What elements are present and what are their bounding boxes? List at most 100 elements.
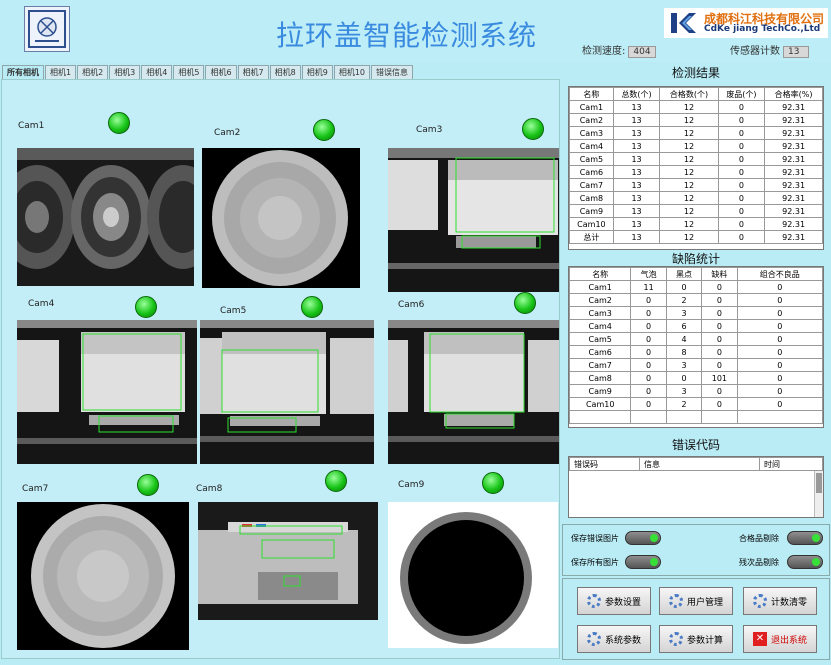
table-cell: 92.31	[764, 139, 823, 153]
column-header: 黑点	[665, 267, 703, 281]
tab-all-cameras[interactable]: 所有相机	[2, 65, 44, 79]
table-cell: 总计	[569, 230, 614, 244]
table-cell: Cam6	[569, 165, 614, 179]
save-error-images-toggle[interactable]	[625, 531, 661, 545]
count-clear-button[interactable]: 计数清零	[743, 587, 817, 615]
table-cell: 0	[717, 152, 766, 166]
camera-image[interactable]	[388, 148, 559, 292]
table-row: Cam10 13 12 0 92.31	[569, 217, 823, 231]
good-reject-label: 合格品剔除	[739, 534, 779, 543]
tab-camera-2[interactable]: 相机2	[77, 65, 109, 79]
table-cell: 0	[736, 384, 824, 398]
brand-mark-icon	[671, 13, 696, 33]
good-reject-toggle[interactable]	[787, 531, 823, 545]
table-row: Cam9 13 12 0 92.31	[569, 204, 823, 218]
bad-reject-toggle[interactable]	[787, 555, 823, 569]
param-settings-button[interactable]: 参数设置	[577, 587, 651, 615]
errors-table-panel[interactable]: 错误码 信息 时间	[568, 456, 824, 518]
table-cell: 2	[665, 293, 703, 307]
table-cell: 12	[659, 191, 719, 205]
exit-system-button[interactable]: ✕ 退出系统	[743, 625, 817, 653]
camera-image[interactable]	[388, 502, 558, 648]
column-header: 名称	[568, 267, 632, 281]
camera-cell-4: Cam4	[2, 288, 202, 468]
tab-error-info[interactable]: 错误信息	[371, 65, 414, 79]
table-cell: 92.31	[764, 204, 823, 218]
camera-image[interactable]	[202, 148, 360, 288]
tab-camera-8[interactable]: 相机8	[269, 65, 301, 79]
scrollbar-thumb[interactable]	[816, 473, 822, 493]
tab-camera-7[interactable]: 相机7	[237, 65, 269, 79]
table-cell: 92.31	[764, 100, 823, 114]
camera-tab-strip: 所有相机 相机1 相机2 相机3 相机4 相机5 相机6 相机7 相机8 相机9…	[2, 65, 414, 79]
table-cell: Cam3	[568, 306, 632, 320]
toggle-panel: 保存错误图片 保存所有图片 合格品剔除 残次品剔除	[562, 524, 830, 576]
tab-camera-6[interactable]: 相机6	[205, 65, 237, 79]
table-cell: Cam7	[568, 358, 632, 372]
camera-grid-panel: Cam1 Cam2 Cam3 Cam4 Cam5 Cam6 Cam7 Cam8 …	[1, 79, 560, 659]
button-label: 参数计算	[686, 635, 723, 646]
table-cell: 0	[701, 358, 738, 372]
save-all-images-toggle[interactable]	[625, 555, 661, 569]
camera-image[interactable]	[17, 502, 189, 650]
camera-label: Cam9	[398, 480, 425, 490]
param-calc-button[interactable]: 参数计算	[659, 625, 733, 653]
table-cell: 13	[612, 204, 661, 218]
table-cell: 0	[717, 191, 766, 205]
table-cell: Cam4	[569, 139, 614, 153]
camera-label: Cam2	[214, 128, 241, 138]
status-led-icon	[108, 112, 130, 134]
table-cell: 0	[736, 358, 824, 372]
table-cell: 0	[736, 397, 824, 411]
bad-reject-label: 残次品剔除	[739, 558, 779, 567]
column-header: 气泡	[630, 267, 667, 281]
table-cell: 0	[630, 384, 667, 398]
tab-camera-1[interactable]: 相机1	[45, 65, 77, 79]
table-row: Cam7 13 12 0 92.31	[569, 178, 823, 192]
table-cell: 0	[717, 217, 766, 231]
table-cell: 12	[659, 178, 719, 192]
errors-scrollbar[interactable]	[814, 471, 823, 517]
table-cell: 13	[612, 152, 661, 166]
column-header: 总数(个)	[612, 87, 661, 101]
defects-table: 名称 气泡 黑点 缺料 组合不良品 Cam1 11 0 0 0 Cam2 0 2 0 0 Cam…	[568, 267, 824, 424]
table-cell: 92.31	[764, 113, 823, 127]
camera-label: Cam5	[220, 306, 247, 316]
errors-title: 错误代码	[671, 438, 720, 452]
tab-camera-3[interactable]: 相机3	[109, 65, 141, 79]
tab-camera-4[interactable]: 相机4	[141, 65, 173, 79]
errors-table: 错误码 信息 时间	[569, 457, 823, 471]
table-cell: 0	[630, 371, 667, 385]
table-cell: 92.31	[764, 217, 823, 231]
table-header-row: 名称 气泡 黑点 缺料 组合不良品	[568, 267, 824, 281]
column-header: 错误码	[569, 457, 640, 471]
tab-camera-9[interactable]: 相机9	[301, 65, 333, 79]
column-header: 合格数(个)	[659, 87, 719, 101]
camera-image[interactable]	[200, 320, 374, 464]
table-row: Cam8 13 12 0 92.31	[569, 191, 823, 205]
tab-camera-10[interactable]: 相机10	[333, 65, 371, 79]
table-cell: Cam10	[568, 397, 632, 411]
table-cell	[665, 410, 703, 424]
table-cell: 12	[659, 152, 719, 166]
table-cell: 0	[665, 280, 703, 294]
defects-table-panel: 名称 气泡 黑点 缺料 组合不良品 Cam1 11 0 0 0 Cam2 0 2 0 0 Cam…	[568, 266, 824, 428]
table-cell: 0	[717, 126, 766, 140]
camera-image[interactable]	[17, 320, 197, 464]
status-led-icon	[135, 296, 157, 318]
gear-icon	[668, 632, 683, 646]
user-management-button[interactable]: 用户管理	[659, 587, 733, 615]
table-cell: 0	[701, 397, 738, 411]
system-params-button[interactable]: 系统参数	[577, 625, 651, 653]
brand-name-en: CdKe jiang TechCo.,Ltd	[704, 24, 821, 34]
camera-image[interactable]	[198, 502, 378, 620]
table-cell: 0	[717, 204, 766, 218]
table-cell: 0	[717, 113, 766, 127]
sensor-count-label: 传感器计数	[730, 46, 780, 57]
camera-label: Cam8	[196, 484, 223, 494]
tab-camera-5[interactable]: 相机5	[173, 65, 205, 79]
camera-image[interactable]	[388, 320, 559, 464]
camera-image[interactable]	[17, 148, 194, 286]
status-led-icon	[313, 119, 335, 141]
table-cell: 92.31	[764, 191, 823, 205]
